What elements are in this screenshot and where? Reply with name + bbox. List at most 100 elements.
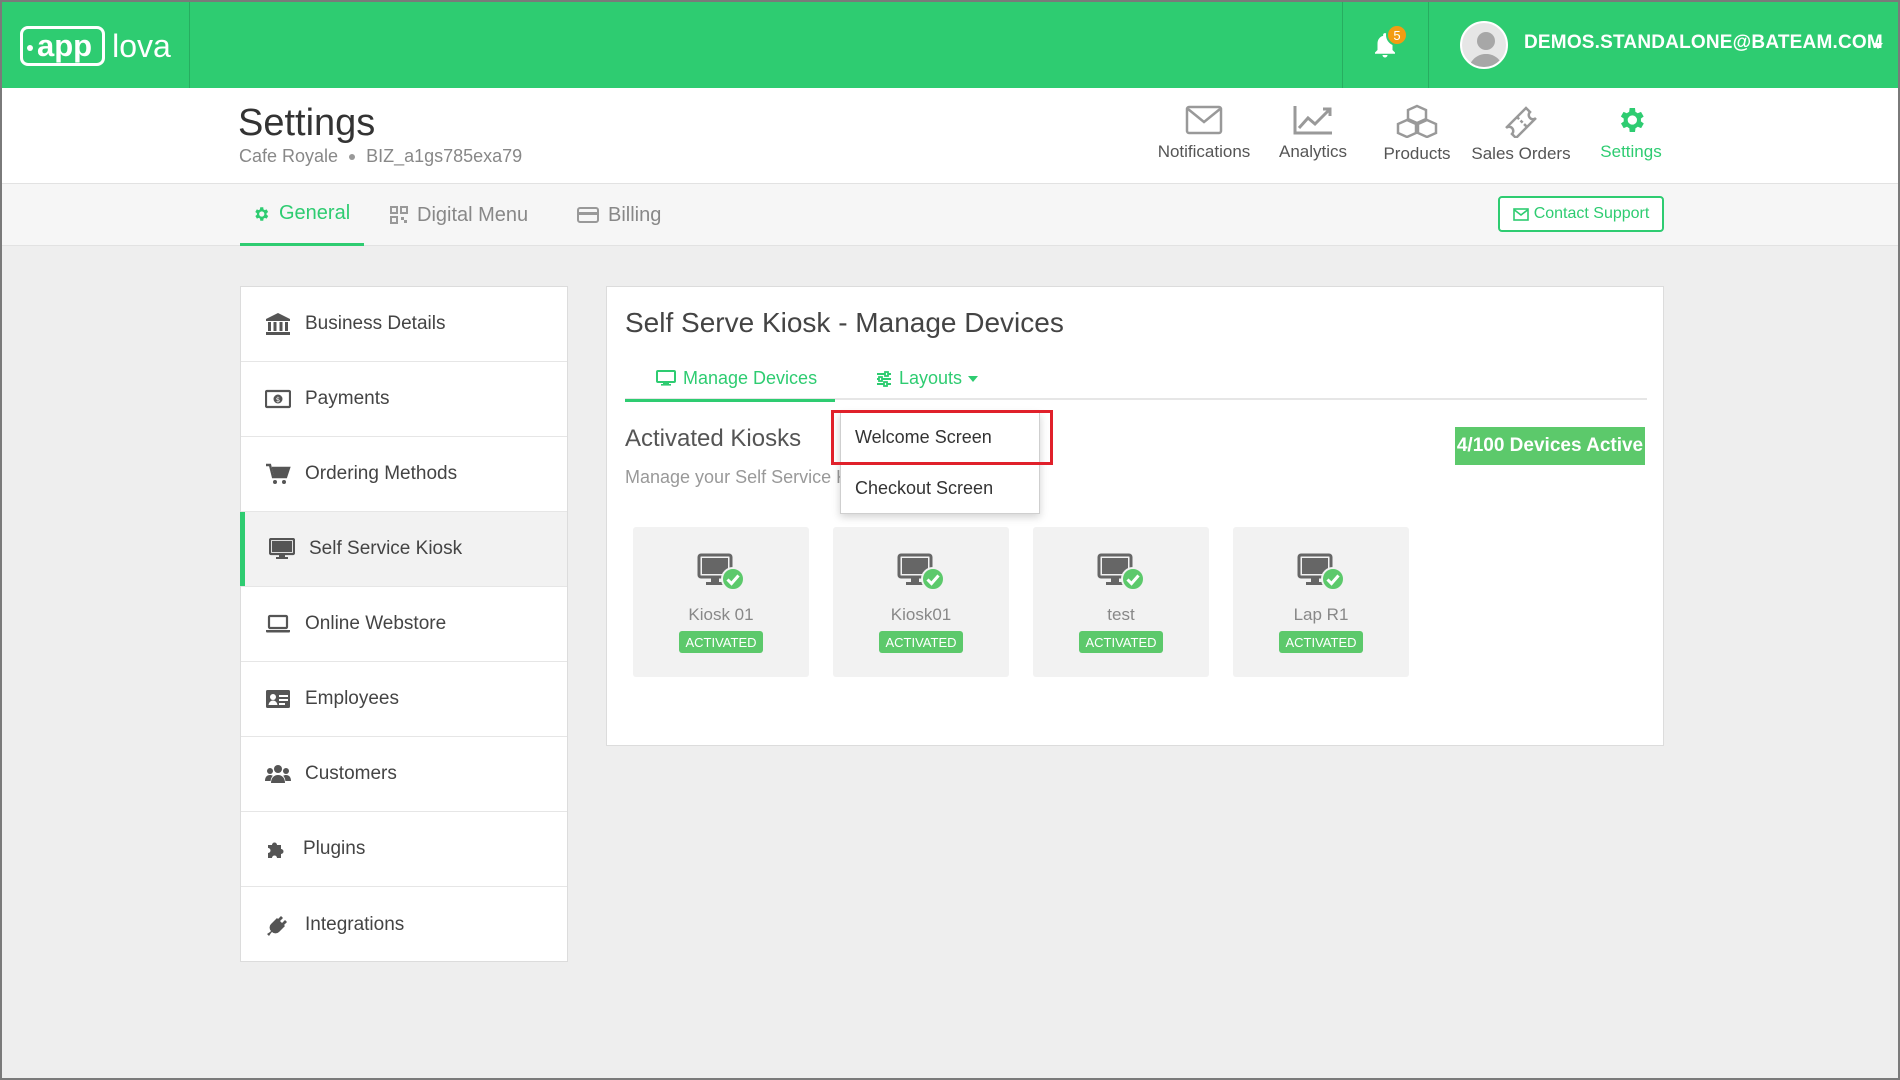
business-id: BIZ_a1gs785exa79 — [366, 146, 523, 166]
nav-settings[interactable]: Settings — [1576, 104, 1686, 162]
sidebar-item-label: Self Service Kiosk — [309, 538, 463, 559]
sidebar-item-self-service-kiosk[interactable]: Self Service Kiosk — [240, 512, 567, 587]
sidebar-item-business-details[interactable]: Business Details — [241, 287, 567, 362]
status-badge: ACTIVATED — [879, 631, 963, 653]
kiosk-panel: Self Serve Kiosk - Manage Devices Manage… — [606, 286, 1664, 746]
tab-billing[interactable]: Billing — [577, 184, 661, 246]
kiosk-name: Kiosk01 — [890, 605, 952, 624]
section-title: Activated Kiosks — [625, 425, 802, 452]
menu-item-welcome-screen[interactable]: Welcome Screen — [841, 413, 1039, 463]
business-info: Cafe Royale BIZ_a1gs785exa79 — [239, 146, 522, 167]
nav-analytics[interactable]: Analytics — [1258, 104, 1368, 162]
sidebar-item-label: Ordering Methods — [305, 463, 458, 484]
page-header: Settings Cafe Royale BIZ_a1gs785exa79 No… — [2, 88, 1898, 184]
line-chart-icon — [1293, 106, 1332, 135]
tab-digital-menu[interactable]: Digital Menu — [390, 184, 528, 246]
sidebar-item-label: Customers — [305, 763, 397, 784]
panel-title: Self Serve Kiosk - Manage Devices — [625, 307, 1064, 338]
credit-card-icon — [577, 207, 599, 223]
plug-icon — [267, 915, 287, 936]
sidebar-item-online-webstore[interactable]: Online Webstore — [241, 587, 567, 662]
devices-active-badge: 4/100 Devices Active — [1455, 427, 1645, 465]
desktop-check-icon — [697, 553, 745, 591]
logo-box: app — [20, 26, 106, 66]
kiosk-card[interactable]: Lap R1 ACTIVATED — [1233, 527, 1409, 677]
desktop-icon — [656, 370, 676, 386]
settings-tabs: General Digital Menu Billing Contact Sup… — [2, 184, 1898, 246]
nav-sales-orders[interactable]: Sales Orders — [1466, 104, 1576, 164]
kiosk-name: test — [1107, 605, 1135, 624]
divider — [1428, 2, 1429, 88]
settings-sidebar: Business Details $ Payments Ordering Met… — [240, 286, 568, 962]
tab-general[interactable]: General — [240, 184, 365, 246]
business-name: Cafe Royale — [239, 146, 339, 166]
subtab-label: Manage Devices — [683, 367, 818, 388]
sidebar-item-label: Plugins — [303, 838, 366, 859]
sidebar-item-label: Integrations — [305, 913, 405, 935]
qrcode-icon — [390, 206, 408, 224]
applova-logo[interactable]: app lova — [20, 24, 171, 68]
users-icon — [265, 765, 291, 783]
subtab-layouts[interactable]: Layouts — [876, 357, 979, 400]
kiosk-card[interactable]: Kiosk01 ACTIVATED — [833, 527, 1009, 677]
logo-box-text: app — [37, 28, 93, 63]
desktop-icon — [269, 538, 295, 559]
cart-icon — [266, 463, 291, 484]
nav-notifications[interactable]: Notifications — [1149, 104, 1259, 162]
nav-label: Sales Orders — [1471, 144, 1571, 163]
sidebar-item-plugins[interactable]: Plugins — [241, 812, 567, 887]
caret-down-icon — [968, 375, 979, 382]
sidebar-item-employees[interactable]: Employees — [241, 662, 567, 737]
kiosk-card[interactable]: test ACTIVATED — [1033, 527, 1209, 677]
status-badge: ACTIVATED — [1279, 631, 1363, 653]
sidebar-item-label: Online Webstore — [305, 613, 447, 634]
caret-down-icon[interactable] — [1873, 43, 1883, 49]
divider — [1342, 2, 1343, 88]
kiosk-subtabs: Manage Devices Layouts — [625, 357, 1647, 402]
divider — [189, 2, 190, 88]
section-subtitle: Manage your Self Service Ki — [625, 467, 853, 487]
nav-products[interactable]: Products — [1362, 104, 1472, 164]
desktop-check-icon — [1297, 553, 1345, 591]
status-badge: ACTIVATED — [679, 631, 763, 653]
menu-item-checkout-screen[interactable]: Checkout Screen — [841, 463, 1039, 513]
top-bar: app lova 5 DEMOS.STANDALONE@BATEAM.COM — [2, 2, 1898, 88]
gear-icon — [255, 206, 269, 221]
desktop-check-icon — [897, 553, 945, 591]
layouts-dropdown-menu: Welcome Screen Checkout Screen — [840, 412, 1040, 514]
sidebar-item-label: Business Details — [305, 313, 446, 334]
puzzle-icon — [268, 842, 284, 858]
sliders-icon — [877, 370, 891, 387]
sidebar-item-customers[interactable]: Customers — [241, 737, 567, 812]
logo-text: lova — [112, 27, 171, 64]
envelope-icon — [1185, 105, 1223, 135]
nav-label: Notifications — [1157, 142, 1251, 161]
cubes-icon — [1396, 104, 1438, 138]
status-badge: ACTIVATED — [1079, 631, 1163, 653]
tab-label: General — [279, 202, 351, 224]
ticket-icon — [1505, 106, 1537, 138]
kiosk-name: Kiosk 01 — [688, 605, 754, 624]
laptop-icon — [266, 614, 290, 633]
logo-dot — [27, 45, 33, 51]
contact-support-label: Contact Support — [1533, 205, 1650, 222]
kiosk-card[interactable]: Kiosk 01 ACTIVATED — [633, 527, 809, 677]
sidebar-item-integrations[interactable]: Integrations — [241, 887, 567, 962]
nav-label: Settings — [1600, 142, 1662, 161]
contact-support-button[interactable]: Contact Support — [1498, 196, 1664, 232]
avatar[interactable] — [1460, 21, 1508, 69]
user-email[interactable]: DEMOS.STANDALONE@BATEAM.COM — [1524, 32, 1883, 54]
subtab-label: Layouts — [899, 368, 963, 388]
id-card-icon — [266, 690, 290, 708]
subtab-manage-devices[interactable]: Manage Devices — [625, 357, 835, 402]
nav-label: Products — [1383, 144, 1451, 163]
money-icon: $ — [265, 389, 291, 409]
desktop-check-icon — [1097, 553, 1145, 591]
tab-label: Billing — [608, 203, 662, 226]
gear-icon — [1620, 108, 1644, 132]
sidebar-item-ordering-methods[interactable]: Ordering Methods — [241, 437, 567, 512]
sidebar-item-payments[interactable]: $ Payments — [241, 362, 567, 437]
svg-text:$: $ — [276, 396, 280, 404]
separator-dot — [349, 153, 356, 160]
notification-badge: 5 — [1386, 24, 1408, 46]
